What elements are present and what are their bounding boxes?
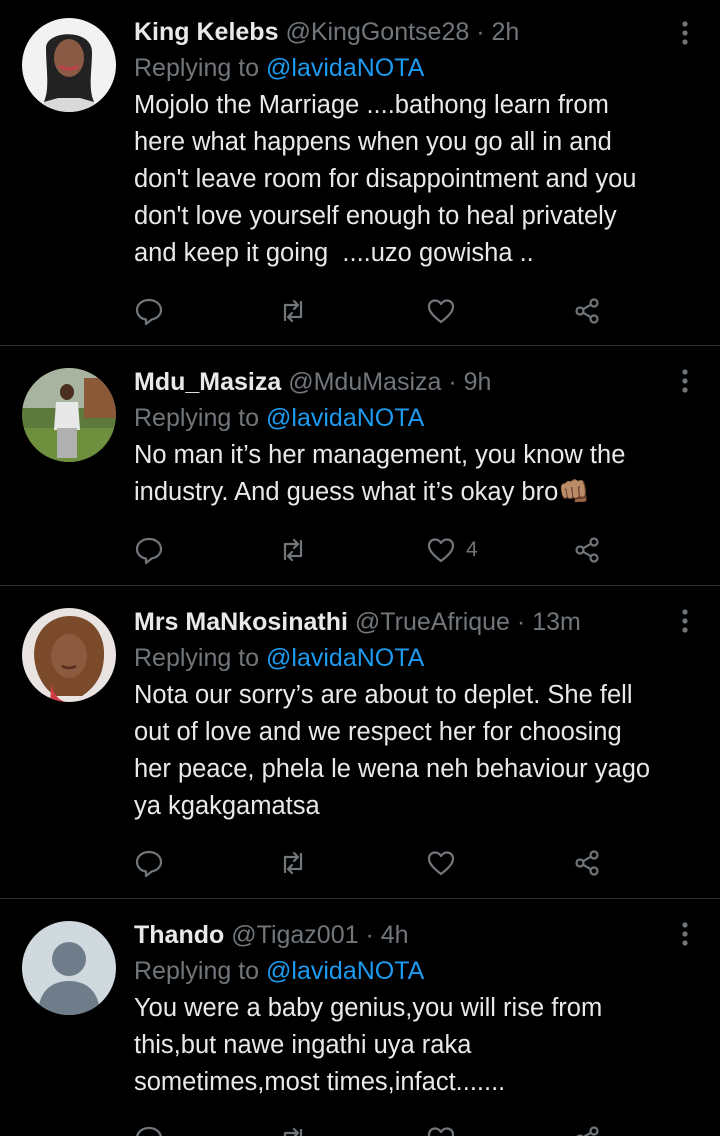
more-vertical-icon[interactable]: [670, 18, 700, 48]
reply-button[interactable]: [134, 845, 164, 881]
tweet-text: You were a baby genius,you will rise fro…: [134, 994, 603, 1096]
tweet-mrs-mankosinathi[interactable]: Mrs MaNkosinathi @TrueAfrique · 13m Repl…: [0, 586, 720, 899]
heart-icon: [427, 299, 455, 324]
mention-link[interactable]: @lavidaNOTA: [266, 404, 424, 432]
like-count: 4: [466, 538, 478, 561]
retweet-icon: [283, 538, 303, 562]
separator: ·: [365, 921, 374, 949]
retweet-button[interactable]: [278, 532, 308, 568]
like-button[interactable]: 4: [426, 532, 478, 568]
display-name[interactable]: King Kelebs: [134, 18, 278, 46]
reply-button[interactable]: [134, 1121, 164, 1136]
timestamp[interactable]: 13m: [532, 608, 581, 636]
mention-link[interactable]: @lavidaNOTA: [266, 957, 424, 985]
share-button[interactable]: [572, 532, 602, 568]
share-icon: [575, 850, 599, 876]
replying-to: Replying to @lavidaNOTA: [134, 640, 694, 676]
replying-to: Replying to @lavidaNOTA: [134, 953, 694, 989]
more-vertical-icon[interactable]: [670, 919, 700, 949]
like-button[interactable]: [426, 845, 466, 881]
default-avatar-icon: [22, 921, 116, 1015]
reply-icon: [135, 850, 163, 878]
display-name[interactable]: Thando: [134, 921, 224, 949]
reply-icon: [136, 1126, 162, 1136]
reply-icon: [135, 537, 163, 565]
tweet-header: King Kelebs @KingGontse28 · 2h: [134, 14, 694, 50]
share-icon: [575, 537, 599, 563]
tweet-text: Nota our sorry’s are about to deplet. Sh…: [134, 681, 651, 820]
retweet-button[interactable]: [278, 1121, 308, 1136]
separator: ·: [448, 368, 457, 396]
like-button[interactable]: [426, 293, 466, 329]
tweet-actions: [134, 845, 614, 881]
avatar[interactable]: [22, 921, 116, 1015]
separator: ·: [516, 608, 526, 636]
timestamp[interactable]: 9h: [464, 368, 492, 396]
heart-icon: [427, 851, 455, 876]
user-handle[interactable]: @MduMasiza: [288, 368, 441, 396]
user-handle[interactable]: @Tigaz001: [231, 921, 358, 949]
retweet-icon: [283, 1127, 303, 1136]
reply-button[interactable]: [134, 532, 164, 568]
share-button[interactable]: [572, 293, 602, 329]
more-vertical-icon[interactable]: [670, 366, 700, 396]
display-name[interactable]: Mdu_Masiza: [134, 368, 281, 396]
replying-to: Replying to @lavidaNOTA: [134, 400, 694, 436]
replying-to: Replying to @lavidaNOTA: [134, 50, 694, 86]
reply-icon: [135, 298, 163, 326]
replying-prefix: Replying to: [134, 54, 260, 82]
tweet-header: Mdu_Masiza @MduMasiza · 9h: [134, 364, 694, 400]
mention-link[interactable]: @lavidaNOTA: [266, 54, 424, 82]
tweet-text: Mojolo the Marriage ....bathong learn fr…: [134, 91, 637, 267]
replies-feed: King Kelebs @KingGontse28 · 2h Replying …: [0, 0, 720, 1136]
tweet-text: No man it’s her management, you know the…: [134, 441, 626, 506]
tweet-header: Thando @Tigaz001 · 4h: [134, 917, 694, 953]
heart-icon: [427, 1127, 455, 1136]
like-button[interactable]: [426, 1121, 466, 1136]
share-icon: [576, 1126, 599, 1136]
tweet-king-kelebs[interactable]: King Kelebs @KingGontse28 · 2h Replying …: [0, 0, 720, 346]
retweet-icon: [283, 851, 303, 875]
display-name[interactable]: Mrs MaNkosinathi: [134, 608, 348, 636]
retweet-button[interactable]: [278, 293, 308, 329]
tweet-actions: [134, 1121, 614, 1136]
replying-prefix: Replying to: [134, 957, 260, 985]
share-button[interactable]: [572, 845, 602, 881]
user-handle[interactable]: @TrueAfrique: [355, 608, 510, 636]
tweet-thando[interactable]: Thando @Tigaz001 · 4h Replying to @lavid…: [0, 899, 720, 1136]
retweet-button[interactable]: [278, 845, 308, 881]
share-icon: [575, 298, 599, 324]
separator: ·: [476, 18, 485, 46]
heart-icon: [427, 538, 455, 563]
more-vertical-icon[interactable]: [670, 606, 700, 636]
timestamp[interactable]: 4h: [381, 921, 409, 949]
timestamp[interactable]: 2h: [492, 18, 520, 46]
tweet-actions: 4: [134, 532, 614, 568]
user-handle[interactable]: @KingGontse28: [285, 18, 469, 46]
tweet-actions: [134, 293, 614, 329]
avatar[interactable]: [22, 18, 116, 112]
replying-prefix: Replying to: [134, 644, 260, 672]
replying-prefix: Replying to: [134, 404, 260, 432]
tweet-mdu-masiza[interactable]: Mdu_Masiza @MduMasiza · 9h Replying to @…: [0, 346, 720, 586]
tweet-header: Mrs MaNkosinathi @TrueAfrique · 13m: [134, 604, 694, 640]
avatar[interactable]: [22, 608, 116, 702]
avatar[interactable]: [22, 368, 116, 462]
reply-button[interactable]: [134, 293, 164, 329]
share-button[interactable]: [572, 1121, 602, 1136]
mention-link[interactable]: @lavidaNOTA: [266, 644, 424, 672]
retweet-icon: [283, 299, 303, 323]
